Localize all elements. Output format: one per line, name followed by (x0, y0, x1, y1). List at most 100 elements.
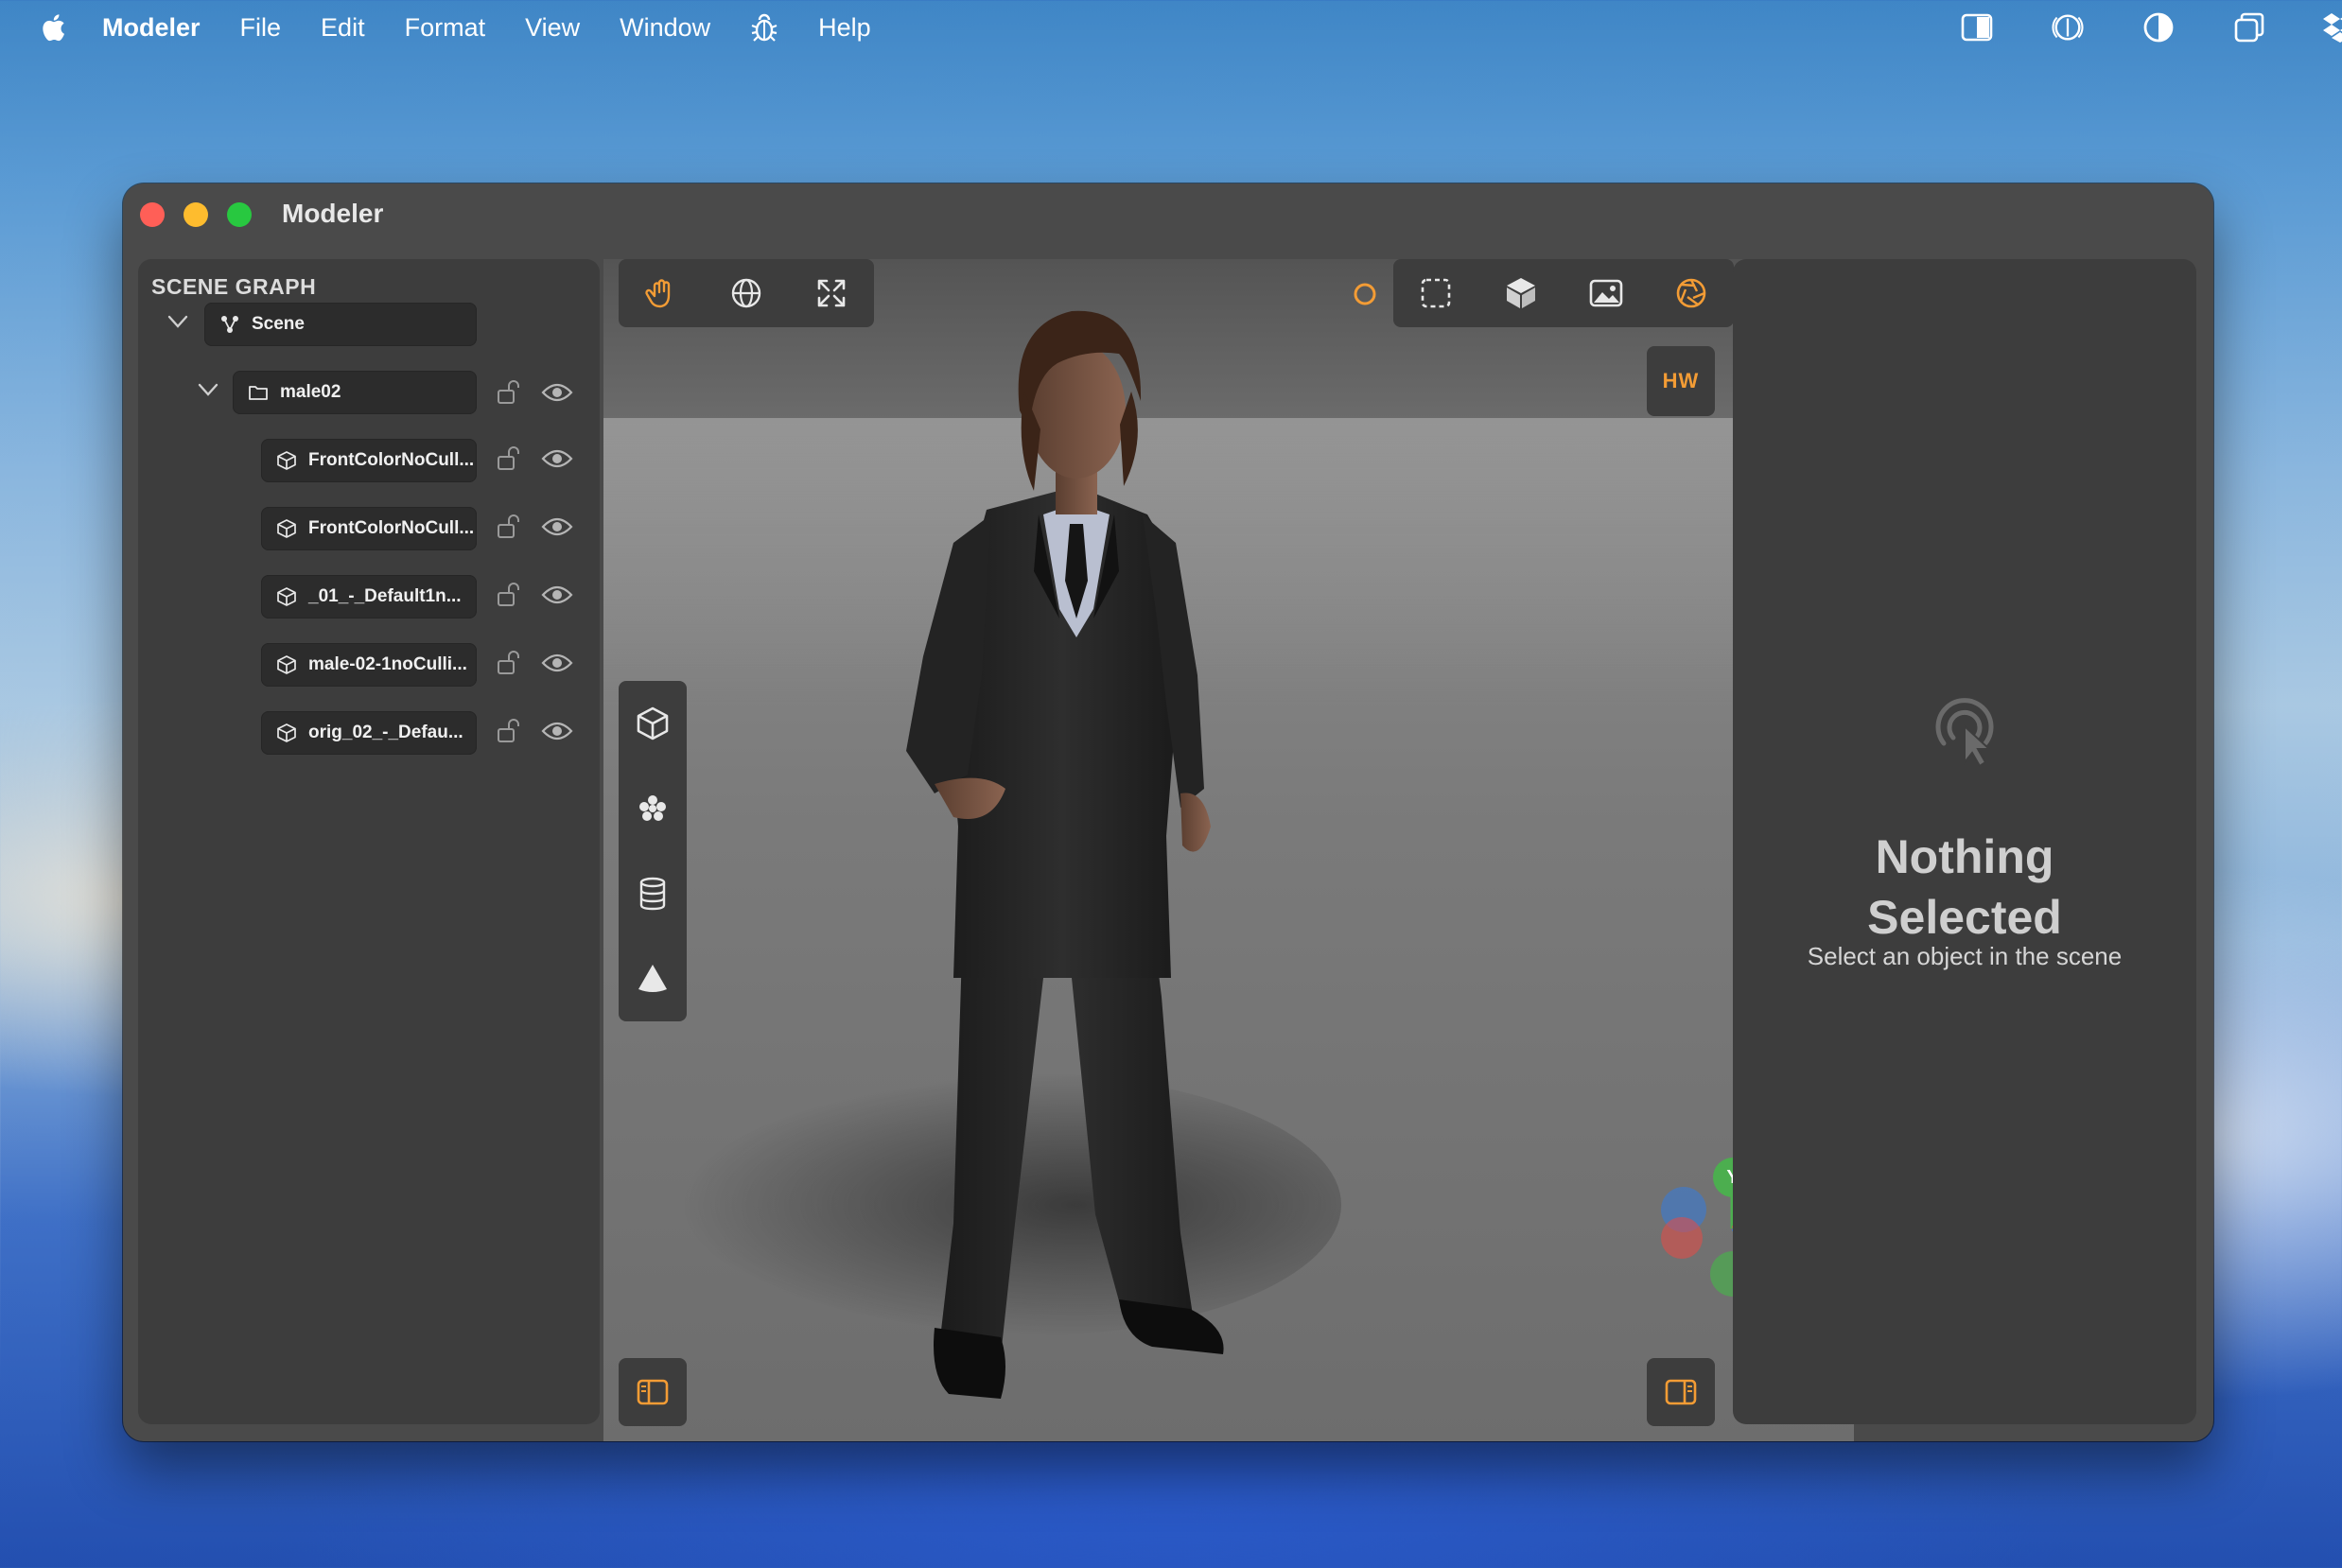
tree-node-label: FrontColorNoCull... (308, 518, 475, 538)
tree-node-mesh[interactable]: _01_-_Default1n... (261, 575, 477, 618)
tree-node-male02[interactable]: male02 (233, 371, 477, 414)
eye-icon (541, 585, 573, 604)
right-panel-toggle[interactable] (1647, 1358, 1715, 1426)
unlock-icon (498, 583, 519, 606)
menu-bar: Modeler File Edit Format View Window Hel… (0, 0, 2342, 55)
empty-state-title-text: Nothing Selected (1867, 830, 2062, 944)
mesh-cube-icon (277, 519, 296, 538)
globe-icon (731, 278, 761, 308)
left-panel-toggle[interactable] (619, 1358, 687, 1426)
tap-pointer-icon (1935, 698, 1994, 768)
minimize-window-button[interactable] (184, 202, 208, 227)
chevron-down-icon[interactable] (195, 376, 221, 403)
menu-view[interactable]: View (525, 13, 580, 43)
add-cylinder-button[interactable] (619, 851, 687, 936)
scene-graph-icon (221, 316, 238, 333)
tree-node-mesh[interactable]: FrontColorNoCull... (261, 439, 477, 482)
apple-menu-icon[interactable] (38, 11, 66, 44)
visibility-toggle[interactable] (541, 376, 573, 409)
dropbox-icon[interactable] (2323, 10, 2342, 44)
tree-node-mesh[interactable]: FrontColorNoCull... (261, 507, 477, 550)
texture-view-button[interactable] (1564, 259, 1649, 327)
zoom-extents-button[interactable] (789, 259, 874, 327)
primitive-toolbar (619, 681, 687, 1021)
unlock-icon (498, 446, 519, 470)
lock-toggle[interactable] (493, 443, 525, 475)
cube-outline-icon (637, 706, 669, 740)
menu-format[interactable]: Format (405, 13, 486, 43)
lock-toggle[interactable] (493, 376, 525, 409)
add-mesh-button[interactable] (619, 681, 687, 766)
lock-toggle[interactable] (493, 511, 525, 543)
eye-icon (541, 449, 573, 468)
male02-model[interactable] (840, 259, 1294, 1432)
sidebar-toggle-status-icon[interactable] (1960, 10, 1994, 44)
close-window-button[interactable] (140, 202, 165, 227)
tree-node-label: _01_-_Default1n... (308, 586, 462, 606)
inspector-panel: Nothing Selected Select an object in the… (1733, 259, 2196, 1424)
render-toolbar (1393, 259, 1734, 327)
visibility-toggle[interactable] (541, 579, 573, 611)
eye-icon (541, 383, 573, 402)
lock-toggle[interactable] (493, 579, 525, 611)
modeler-window: Modeler HW SCENE GRAPH Scene male02 Fron… (123, 183, 2213, 1441)
window-switcher-icon[interactable] (2232, 10, 2266, 44)
unlock-icon (498, 514, 519, 538)
hardware-render-badge[interactable]: HW (1647, 346, 1715, 416)
mesh-cube-icon (277, 451, 296, 470)
particles-icon (639, 795, 666, 821)
camera-aperture-button[interactable] (1649, 259, 1734, 327)
lock-toggle[interactable] (493, 715, 525, 747)
scene-graph-title: SCENE GRAPH (151, 274, 317, 299)
eye-icon (541, 722, 573, 740)
menu-file[interactable]: File (240, 13, 282, 43)
accessibility-status-icon[interactable] (2051, 10, 2085, 44)
menu-app-name[interactable]: Modeler (102, 13, 201, 43)
unlock-icon (498, 651, 519, 674)
menu-window[interactable]: Window (620, 13, 710, 43)
visibility-toggle[interactable] (541, 511, 573, 543)
tree-node-label: FrontColorNoCull... (308, 450, 475, 470)
unlock-icon (498, 719, 519, 742)
sidebar-right-icon (1665, 1379, 1697, 1405)
expand-icon (817, 279, 846, 307)
title-bar: Modeler (123, 183, 2213, 259)
visibility-toggle[interactable] (541, 647, 573, 679)
eye-icon (541, 653, 573, 672)
debug-bug-icon[interactable] (750, 12, 778, 43)
mesh-cube-icon (277, 723, 296, 742)
lock-toggle[interactable] (493, 647, 525, 679)
menu-help[interactable]: Help (818, 13, 871, 43)
add-cone-button[interactable] (619, 936, 687, 1021)
tree-node-label: orig_02_-_Defau... (308, 723, 463, 742)
visibility-toggle[interactable] (541, 715, 573, 747)
orbit-tool-button[interactable] (704, 259, 789, 327)
tree-node-label: Scene (252, 314, 305, 334)
sidebar-left-icon (637, 1379, 669, 1405)
menu-edit[interactable]: Edit (321, 13, 365, 43)
unlock-icon (498, 380, 519, 404)
cone-icon (638, 965, 667, 992)
empty-state-title: Nothing Selected (1733, 827, 2196, 948)
empty-state-subtitle: Select an object in the scene (1807, 942, 2123, 970)
add-particles-button[interactable] (619, 766, 687, 851)
zoom-window-button[interactable] (227, 202, 252, 227)
visibility-toggle[interactable] (541, 443, 573, 475)
tree-node-label: male-02-1noCulli... (308, 654, 467, 674)
tree-node-mesh[interactable]: male-02-1noCulli... (261, 643, 477, 687)
folder-icon (249, 386, 268, 400)
eye-icon (541, 517, 573, 536)
appearance-contrast-icon[interactable] (2141, 10, 2176, 44)
solid-cube-icon (1507, 278, 1535, 308)
pan-tool-button[interactable] (619, 259, 704, 327)
render-status-indicator-icon (1354, 283, 1376, 305)
mesh-cube-icon (277, 655, 296, 674)
tree-node-mesh[interactable]: orig_02_-_Defau... (261, 711, 477, 755)
chevron-down-icon[interactable] (165, 308, 191, 335)
database-cylinder-icon (639, 877, 666, 911)
solid-shading-button[interactable] (1478, 259, 1564, 327)
navigation-toolbar (619, 259, 874, 327)
hand-icon (645, 279, 671, 308)
selection-box-button[interactable] (1393, 259, 1478, 327)
tree-node-scene[interactable]: Scene (204, 303, 477, 346)
